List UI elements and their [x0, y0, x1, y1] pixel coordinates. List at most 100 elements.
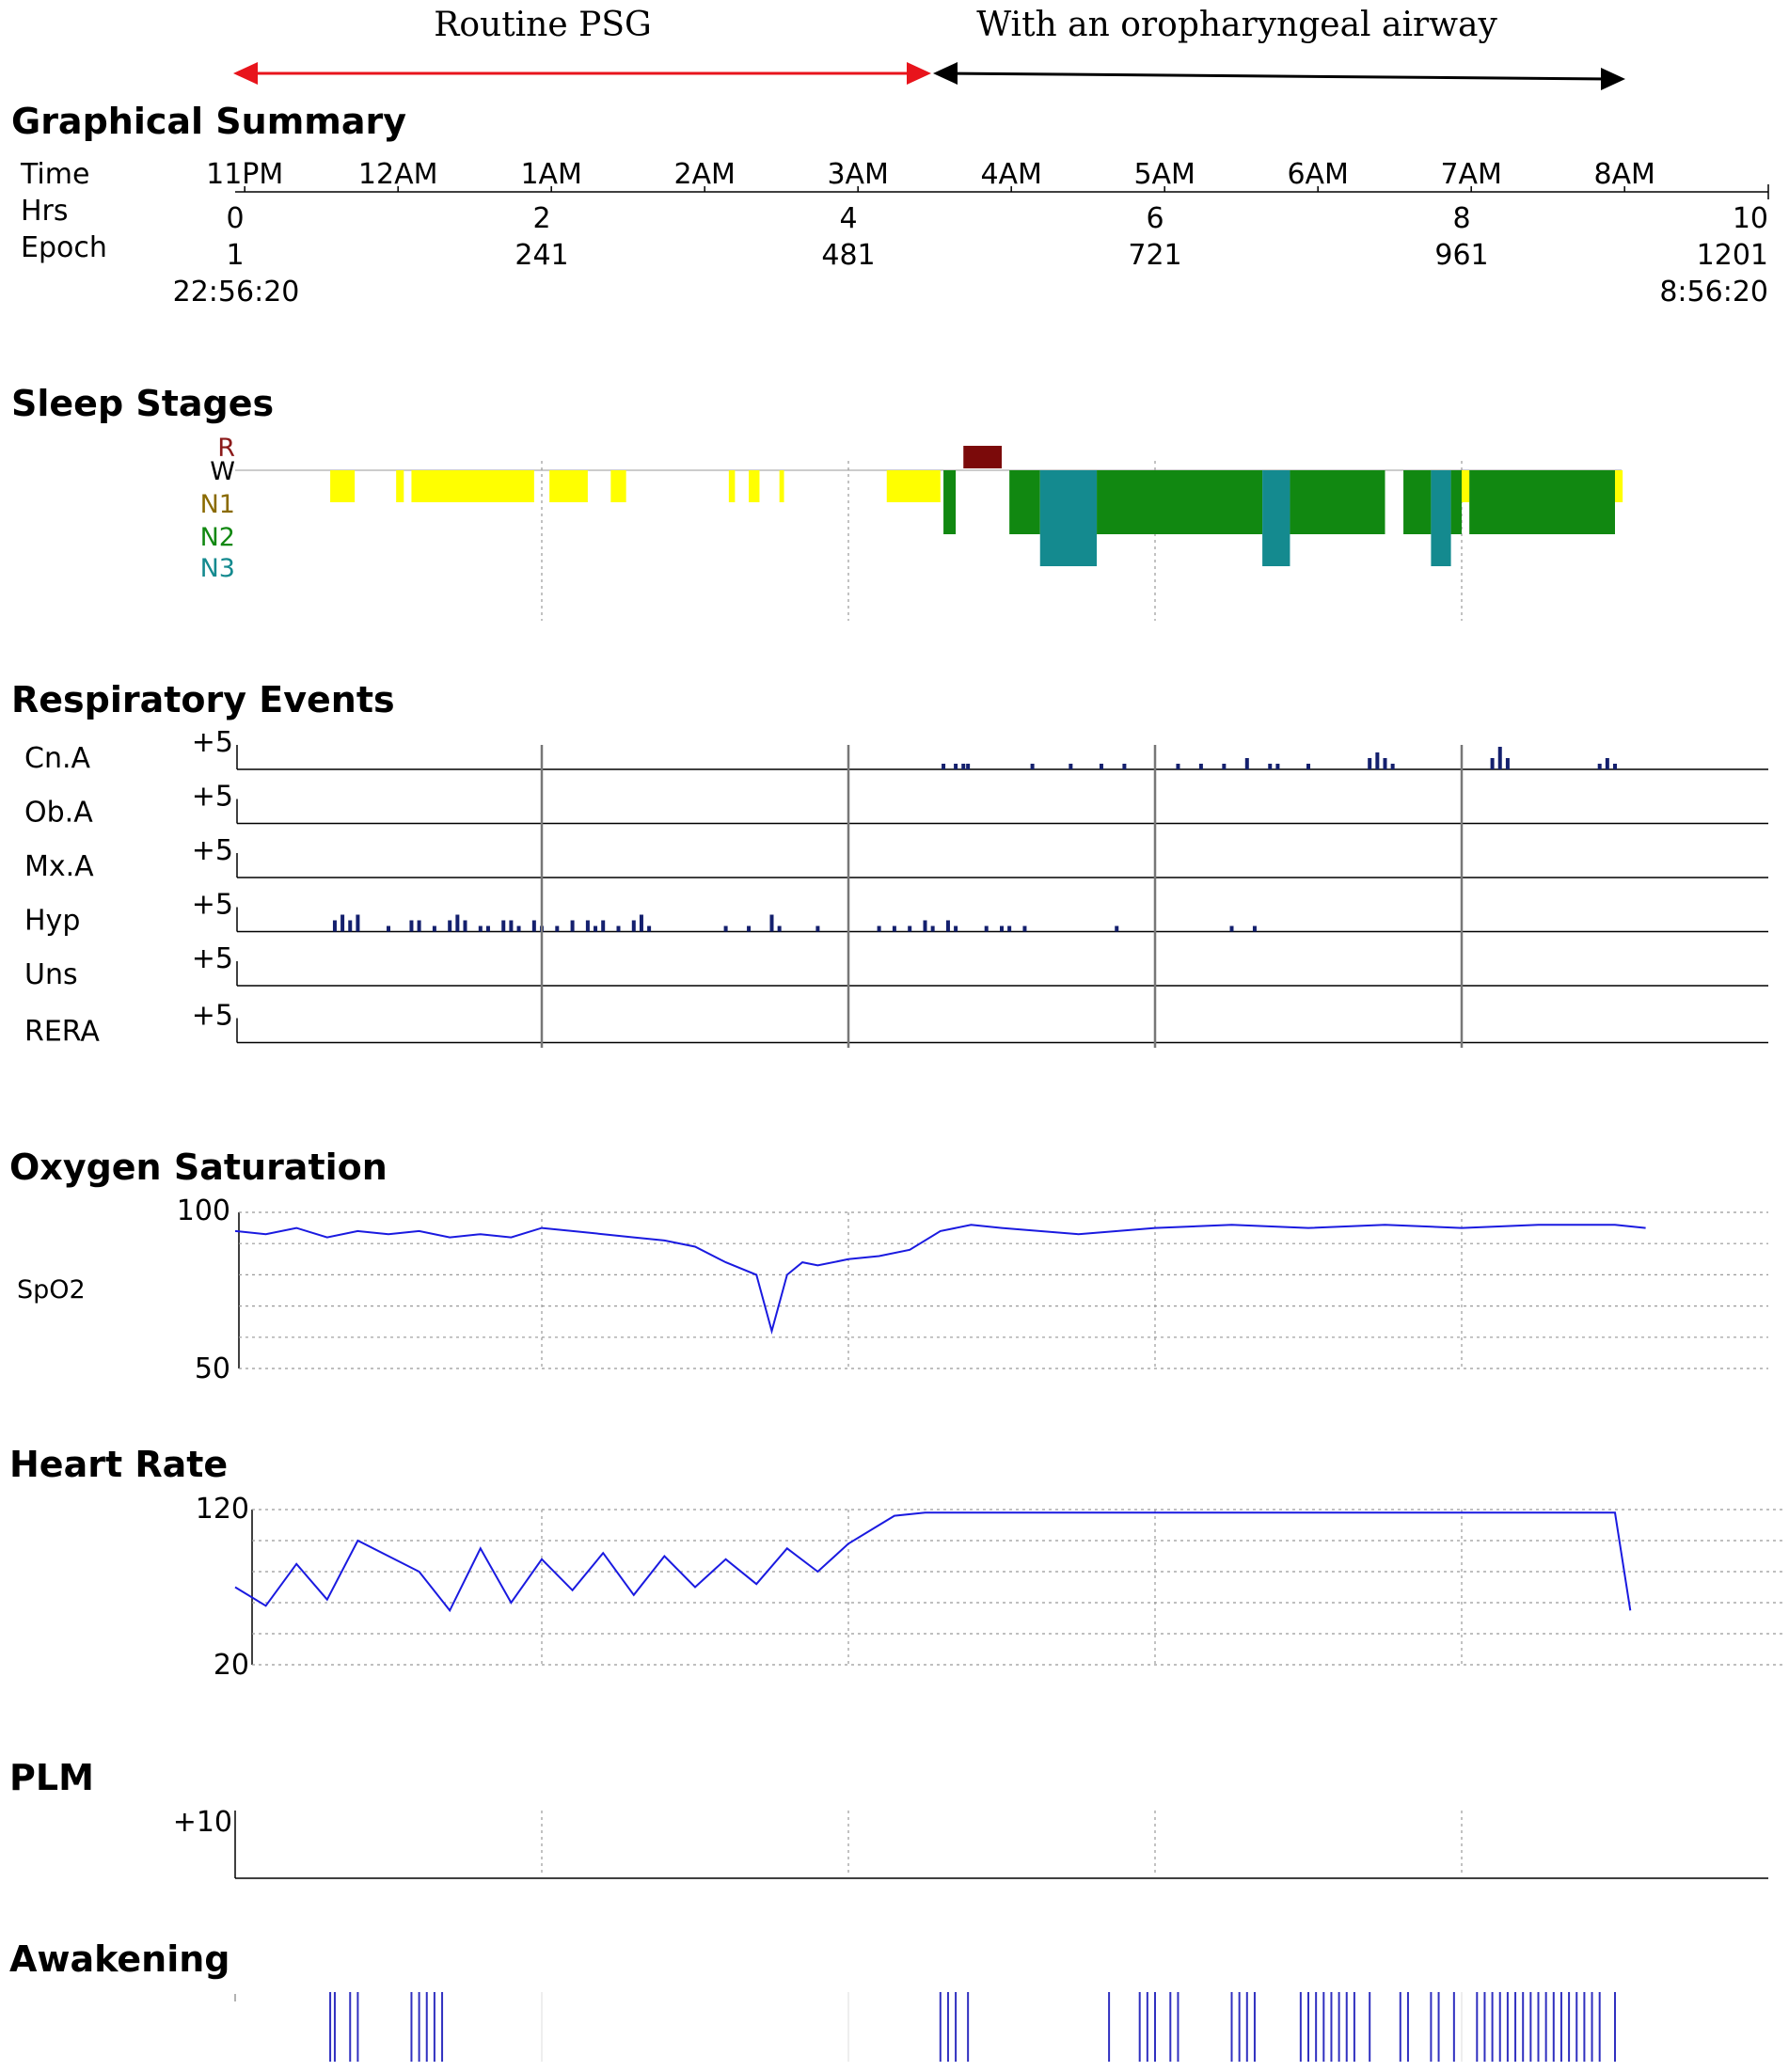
stage-label-n1: N1	[200, 490, 235, 519]
stage-segment-n3	[1262, 470, 1290, 566]
resp-event-bar	[455, 914, 460, 932]
spo2-label: SpO2	[17, 1275, 86, 1305]
time-tick-label: 1AM	[520, 158, 582, 191]
stage-segment-n2	[943, 470, 957, 534]
resp-event-bar	[616, 925, 621, 932]
resp-event-bar	[1252, 925, 1257, 932]
stage-segment-n1	[779, 470, 784, 502]
resp-event-bar	[639, 914, 643, 932]
hrs-tick-label: 2	[532, 202, 550, 235]
stage-segment-n1	[1615, 470, 1623, 502]
stage-segment-n1	[728, 470, 736, 502]
plm-scale: +10	[173, 1806, 232, 1839]
resp-event-bar	[531, 920, 536, 932]
stage-segment-n1	[1462, 470, 1470, 502]
stage-label-w: W	[210, 457, 235, 486]
resp-row-label: Cn.A	[24, 742, 90, 775]
routine-arrowhead-left	[233, 62, 258, 85]
resp-event-bar	[1122, 764, 1127, 769]
stage-segment-n1	[411, 470, 534, 502]
resp-event-bar	[387, 925, 390, 932]
resp-event-bar	[409, 920, 414, 932]
resp-event-bar	[1198, 764, 1203, 769]
hrs-tick-label: 4	[839, 202, 857, 235]
resp-scale-label: +5	[192, 889, 233, 922]
resp-event-bar	[340, 914, 345, 932]
time-tick-label: 5AM	[1133, 158, 1195, 191]
summary-row-labels: Time HrsEpoch	[20, 158, 107, 264]
resp-event-bar	[1000, 925, 1004, 932]
time-tick-label: 3AM	[827, 158, 889, 191]
airway-arrow-line	[944, 71, 1611, 81]
spo2-title: Oxygen Saturation	[9, 1147, 388, 1188]
epoch-tick-label: 1	[226, 239, 244, 272]
epoch-tick-label: 721	[1128, 239, 1181, 272]
resp-event-bar	[1613, 764, 1617, 769]
resp-event-bar	[1368, 758, 1372, 769]
epoch-tick-label: 1201	[1697, 239, 1768, 272]
resp-event-bar	[1176, 764, 1180, 769]
resp-row-label: Mx.A	[24, 850, 94, 883]
resp-event-bar	[908, 925, 912, 932]
psg-summary-chart: Routine PSG With an oropharyngeal airway…	[9, 6, 1782, 2062]
time-tick-label: 12AM	[358, 158, 438, 191]
resp-event-bar	[777, 925, 782, 932]
hrs-tick-label: 6	[1146, 202, 1164, 235]
resp-event-bar	[942, 764, 946, 769]
plm-plot	[234, 1811, 1768, 1879]
hrs-tick-label: 8	[1452, 202, 1470, 235]
airway-arrowhead-right	[1601, 68, 1625, 90]
end-clock: 8:56:20	[1659, 276, 1768, 308]
resp-scale-label: +5	[192, 942, 233, 975]
resp-event-bar	[1597, 764, 1602, 769]
stage-segment-n1	[330, 470, 356, 502]
stage-segment-n2	[1469, 470, 1615, 534]
resp-event-bar	[501, 920, 506, 932]
resp-event-bar	[961, 764, 966, 769]
resp-event-bar	[485, 925, 490, 932]
summary-row-label: Hrs	[21, 195, 69, 228]
phase-airway-label: With an oropharyngeal airway	[976, 6, 1497, 44]
stage-segment-n1	[549, 470, 588, 502]
resp-event-bar	[432, 925, 436, 932]
resp-event-bar	[1505, 758, 1510, 769]
stage-segment-n3	[1431, 470, 1451, 566]
time-tick-label: 6AM	[1287, 158, 1349, 191]
airway-arrowhead-left	[933, 62, 958, 85]
resp-event-bar	[555, 925, 560, 932]
plm-title: PLM	[9, 1757, 94, 1798]
sleep-stage-labels: RWN1N2N3	[200, 434, 235, 583]
summary-title: Graphical Summary	[11, 101, 406, 142]
resp-event-bar	[1497, 747, 1502, 769]
resp-title: Respiratory Events	[11, 679, 395, 720]
time-tick-label: 2AM	[673, 158, 736, 191]
epoch-tick-label: 961	[1434, 239, 1488, 272]
resp-event-bar	[769, 914, 774, 932]
phase-routine-label: Routine PSG	[434, 6, 652, 44]
stage-segment-n2	[1403, 470, 1432, 534]
resp-event-bar	[1306, 764, 1310, 769]
awake-title: Awakening	[9, 1938, 230, 1980]
resp-scale-label: +5	[192, 834, 233, 867]
resp-event-bar	[570, 920, 575, 932]
sleep-hypnogram	[235, 446, 1623, 621]
spo2-plot	[234, 1211, 1768, 1369]
resp-event-bar	[892, 925, 896, 932]
stage-segment-n1	[886, 470, 941, 502]
hrs-tick-label: 10	[1733, 202, 1768, 235]
resp-event-bar	[1115, 925, 1119, 932]
stage-label-n2: N2	[200, 523, 235, 552]
stage-segment-n1	[610, 470, 626, 502]
time-tick-label: 8AM	[1593, 158, 1655, 191]
heart-rate-plot	[234, 1509, 1782, 1666]
summary-time-axis: 11PM 12AM 1AM 2AM 3AM 4AM 5AM 6AM 7AM 8AM 0 2 4 6 8 10 1…	[206, 158, 1769, 272]
hr-series-line	[234, 1511, 1632, 1613]
sleep-title: Sleep Stages	[11, 383, 274, 424]
resp-row-label: Hyp	[24, 905, 80, 938]
resp-event-bar	[923, 920, 927, 932]
resp-event-bar	[601, 920, 606, 932]
resp-event-bar	[516, 925, 521, 932]
resp-event-bar	[815, 925, 820, 932]
resp-event-bar	[631, 920, 636, 932]
resp-event-bar	[945, 920, 950, 932]
